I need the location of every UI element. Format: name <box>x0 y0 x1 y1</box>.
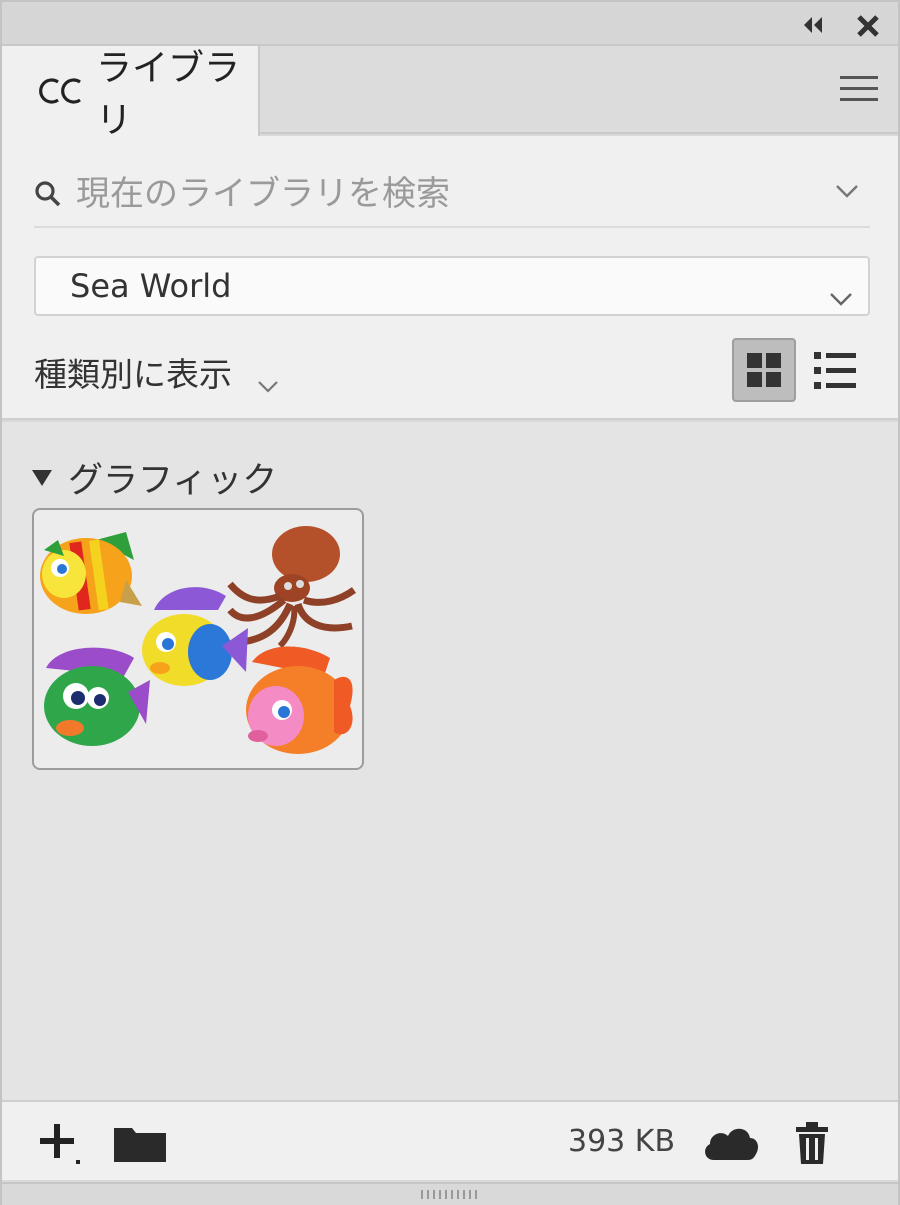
trash-icon[interactable] <box>792 1120 832 1166</box>
tab-label: ライブラリ <box>96 48 241 141</box>
chevron-down-icon <box>256 364 280 393</box>
grid-view-icon <box>747 353 781 387</box>
chevron-down-icon <box>828 278 854 306</box>
pink-orange-fish-graphic <box>246 646 353 754</box>
creative-cloud-logo-icon <box>36 74 88 108</box>
double-chevron-left-icon[interactable] <box>800 12 830 38</box>
octopus-graphic <box>227 526 357 649</box>
library-controls: Sea World 種類別に表示 <box>2 136 898 420</box>
view-by-dropdown[interactable]: 種類別に表示 <box>34 348 280 396</box>
tab-libraries[interactable]: ライブラリ <box>2 46 260 141</box>
yellow-blue-fish-graphic <box>142 587 248 686</box>
close-icon[interactable] <box>854 12 882 40</box>
resize-grip-icon[interactable] <box>418 1186 482 1200</box>
search-icon <box>34 180 62 208</box>
sea-creatures-image <box>40 526 357 754</box>
search-scope-chevron-down-icon[interactable] <box>834 182 860 200</box>
plus-icon[interactable] <box>36 1120 86 1170</box>
panel-footer: 393 KB <box>2 1100 898 1180</box>
library-content: グラフィック <box>2 422 898 1100</box>
panel-resize-bar <box>2 1182 898 1205</box>
striped-fish-graphic <box>40 532 142 614</box>
view-by-label: 種類別に表示 <box>34 355 232 394</box>
search-input[interactable] <box>76 174 816 214</box>
cloud-icon <box>702 1124 760 1162</box>
library-select[interactable]: Sea World <box>34 256 870 316</box>
section-title: グラフィック <box>68 461 278 501</box>
tab-strip: ライブラリ <box>2 46 898 141</box>
list-view-button[interactable] <box>810 342 862 398</box>
folder-icon[interactable] <box>112 1124 168 1164</box>
list-view-icon <box>814 352 856 389</box>
search-bar <box>34 162 870 228</box>
disclosure-triangle-icon <box>32 469 52 486</box>
library-select-value: Sea World <box>70 267 232 305</box>
cc-libraries-panel: ライブラリ Sea World <box>0 0 900 1205</box>
section-header-graphics[interactable]: グラフィック <box>32 452 277 503</box>
hamburger-menu-icon[interactable] <box>840 76 878 106</box>
graphic-asset-thumbnail[interactable] <box>32 508 364 770</box>
grid-view-button[interactable] <box>732 338 796 402</box>
green-fish-graphic <box>44 647 150 746</box>
library-size-label: 393 KB <box>568 1124 676 1159</box>
